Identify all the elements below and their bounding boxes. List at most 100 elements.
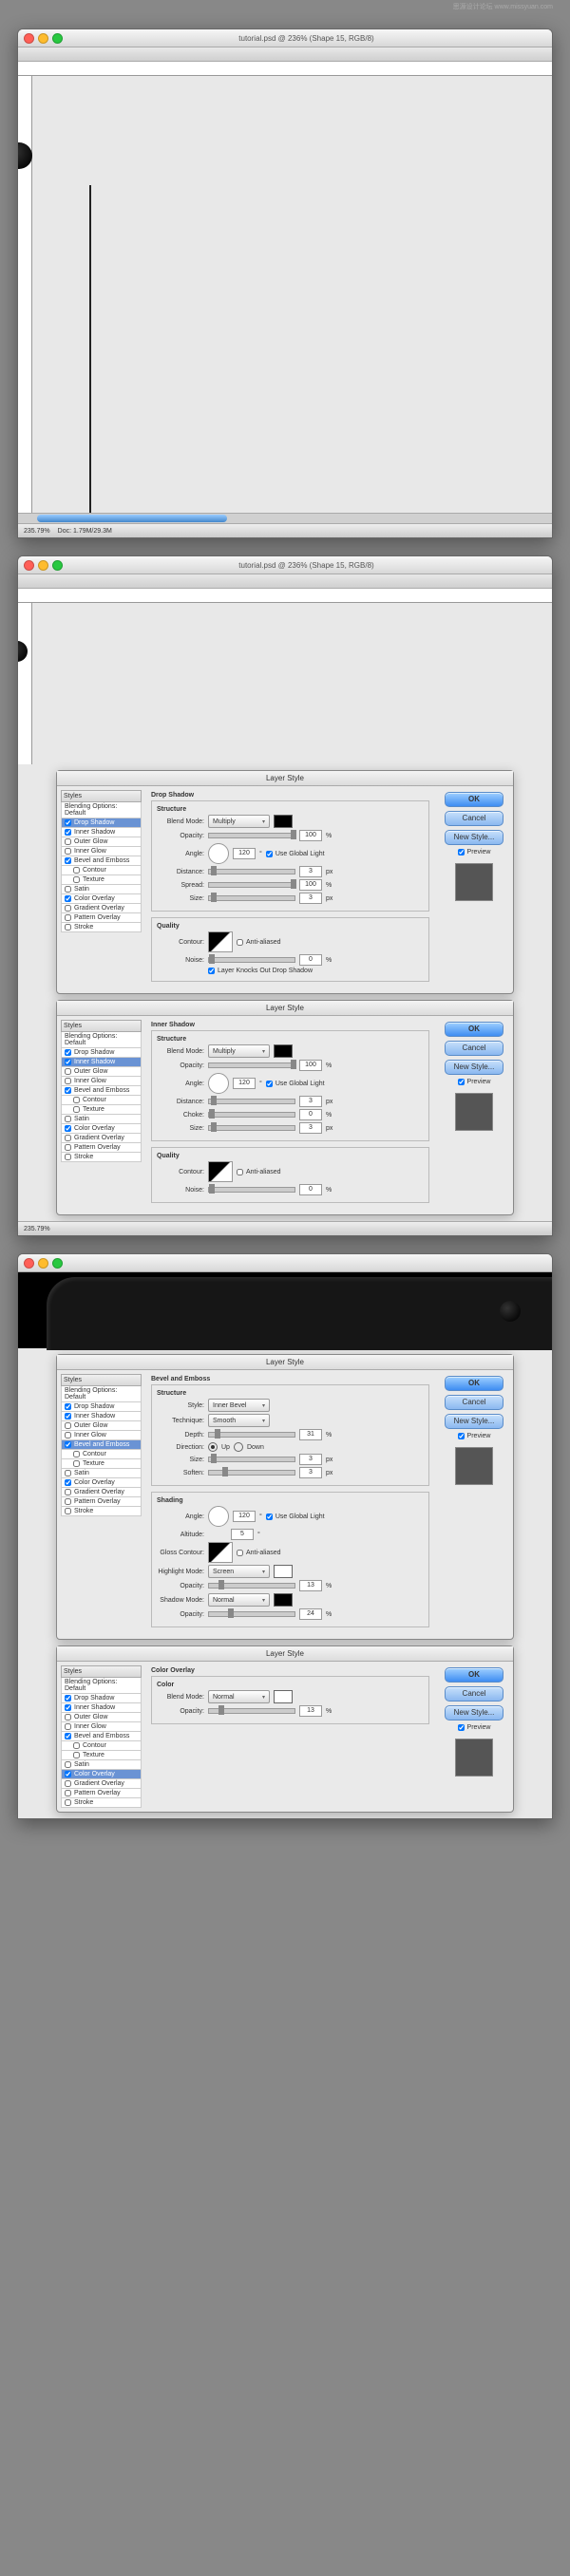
checkbox-preview[interactable]: [458, 1079, 465, 1085]
sidebar-item-outer-glow[interactable]: Outer Glow: [61, 1067, 142, 1077]
checkbox[interactable]: [73, 1451, 80, 1457]
select-style[interactable]: Inner Bevel▾: [208, 1399, 270, 1412]
cancel-button[interactable]: Cancel: [445, 1041, 504, 1056]
sidebar-item-color-overlay[interactable]: Color Overlay: [61, 1770, 142, 1779]
sidebar-item-contour[interactable]: Contour: [61, 1450, 142, 1459]
sidebar-header[interactable]: Styles: [61, 1665, 142, 1678]
sidebar-item-texture[interactable]: Texture: [61, 875, 142, 885]
sidebar-item-stroke[interactable]: Stroke: [61, 1507, 142, 1516]
minimize-icon[interactable]: [38, 33, 48, 44]
options-bar[interactable]: [18, 47, 552, 62]
slider-distance[interactable]: [208, 869, 295, 874]
checkbox-knocks-out[interactable]: [208, 968, 215, 974]
window-titlebar[interactable]: tutorial.psd @ 236% (Shape 15, RGB/8): [18, 29, 552, 47]
sidebar-item-bevel[interactable]: Bevel and Emboss: [61, 1440, 142, 1450]
sidebar-item-blending[interactable]: Blending Options: Default: [61, 1678, 142, 1694]
scrollbar-horizontal[interactable]: [18, 513, 552, 523]
sidebar-item-satin[interactable]: Satin: [61, 885, 142, 894]
radio-up[interactable]: [208, 1442, 218, 1452]
sidebar-item-gradient-overlay[interactable]: Gradient Overlay: [61, 1488, 142, 1497]
checkbox[interactable]: [65, 819, 71, 826]
minimize-icon[interactable]: [38, 1258, 48, 1269]
slider-opacity[interactable]: [208, 1708, 295, 1714]
sidebar-item-satin[interactable]: Satin: [61, 1469, 142, 1478]
input-spread[interactable]: 100: [299, 879, 322, 891]
sidebar-item-stroke[interactable]: Stroke: [61, 923, 142, 932]
sidebar-item-inner-shadow[interactable]: Inner Shadow: [61, 1412, 142, 1421]
sidebar-item-pattern-overlay[interactable]: Pattern Overlay: [61, 913, 142, 923]
sidebar-item-drop-shadow[interactable]: Drop Shadow: [61, 1402, 142, 1412]
checkbox[interactable]: [65, 1723, 71, 1730]
checkbox-global-light[interactable]: [266, 1514, 273, 1520]
sidebar-item-outer-glow[interactable]: Outer Glow: [61, 837, 142, 847]
input-distance[interactable]: 3: [299, 1096, 322, 1107]
zoom-level[interactable]: 235.79%: [24, 1226, 50, 1232]
checkbox[interactable]: [65, 1704, 71, 1711]
contour-picker[interactable]: [208, 1542, 233, 1563]
input-angle[interactable]: 120: [233, 1511, 256, 1522]
checkbox[interactable]: [65, 1470, 71, 1476]
ruler-horizontal[interactable]: [18, 62, 552, 76]
sidebar-header[interactable]: Styles: [61, 1020, 142, 1032]
cancel-button[interactable]: Cancel: [445, 811, 504, 826]
select-blend-mode[interactable]: Normal▾: [208, 1690, 270, 1703]
checkbox[interactable]: [65, 857, 71, 864]
checkbox[interactable]: [65, 886, 71, 893]
checkbox[interactable]: [65, 1087, 71, 1094]
sidebar-item-gradient-overlay[interactable]: Gradient Overlay: [61, 1779, 142, 1789]
color-swatch[interactable]: [274, 1565, 293, 1578]
slider-size[interactable]: [208, 1457, 295, 1462]
sidebar-item-texture[interactable]: Texture: [61, 1105, 142, 1115]
options-bar[interactable]: [18, 574, 552, 589]
checkbox[interactable]: [65, 1413, 71, 1420]
zoom-icon[interactable]: [52, 33, 63, 44]
new-style-button[interactable]: New Style...: [445, 1414, 504, 1429]
checkbox[interactable]: [65, 1078, 71, 1084]
checkbox[interactable]: [65, 1508, 71, 1514]
checkbox[interactable]: [65, 838, 71, 845]
canvas-area[interactable]: [18, 1272, 552, 1348]
checkbox[interactable]: [73, 1097, 80, 1103]
checkbox[interactable]: [73, 1742, 80, 1749]
slider-spread[interactable]: [208, 882, 295, 888]
slider-size[interactable]: [208, 895, 295, 901]
checkbox-antialiased[interactable]: [237, 939, 243, 946]
new-style-button[interactable]: New Style...: [445, 830, 504, 845]
angle-control[interactable]: [208, 843, 229, 864]
sidebar-item-stroke[interactable]: Stroke: [61, 1798, 142, 1808]
checkbox-preview[interactable]: [458, 1433, 465, 1439]
sidebar-item-pattern-overlay[interactable]: Pattern Overlay: [61, 1497, 142, 1507]
checkbox[interactable]: [65, 1068, 71, 1075]
minimize-icon[interactable]: [38, 560, 48, 571]
checkbox[interactable]: [65, 1498, 71, 1505]
checkbox[interactable]: [65, 1441, 71, 1448]
input-opacity[interactable]: 100: [299, 830, 322, 841]
contour-picker[interactable]: [208, 931, 233, 952]
ruler-vertical[interactable]: [18, 76, 32, 513]
sidebar-item-color-overlay[interactable]: Color Overlay: [61, 1478, 142, 1488]
ruler-vertical[interactable]: [18, 603, 32, 764]
input-size[interactable]: 3: [299, 1122, 322, 1134]
cancel-button[interactable]: Cancel: [445, 1395, 504, 1410]
checkbox[interactable]: [65, 1780, 71, 1787]
sidebar-item-satin[interactable]: Satin: [61, 1760, 142, 1770]
sidebar-item-satin[interactable]: Satin: [61, 1115, 142, 1124]
checkbox[interactable]: [65, 1125, 71, 1132]
sidebar-item-bevel[interactable]: Bevel and Emboss: [61, 856, 142, 866]
sidebar-item-gradient-overlay[interactable]: Gradient Overlay: [61, 904, 142, 913]
sidebar-item-drop-shadow[interactable]: Drop Shadow: [61, 1048, 142, 1058]
sidebar-item-outer-glow[interactable]: Outer Glow: [61, 1713, 142, 1722]
window-titlebar[interactable]: [18, 1254, 552, 1272]
checkbox[interactable]: [65, 1154, 71, 1160]
slider-distance[interactable]: [208, 1099, 295, 1104]
select-highlight-mode[interactable]: Screen▾: [208, 1565, 270, 1578]
ok-button[interactable]: OK: [445, 792, 504, 807]
sidebar-item-inner-shadow[interactable]: Inner Shadow: [61, 1058, 142, 1067]
input-size[interactable]: 3: [299, 1454, 322, 1465]
zoom-icon[interactable]: [52, 560, 63, 571]
input-shadow-opacity[interactable]: 24: [299, 1608, 322, 1620]
checkbox[interactable]: [65, 914, 71, 921]
checkbox[interactable]: [65, 1403, 71, 1410]
color-swatch[interactable]: [274, 815, 293, 828]
new-style-button[interactable]: New Style...: [445, 1705, 504, 1720]
